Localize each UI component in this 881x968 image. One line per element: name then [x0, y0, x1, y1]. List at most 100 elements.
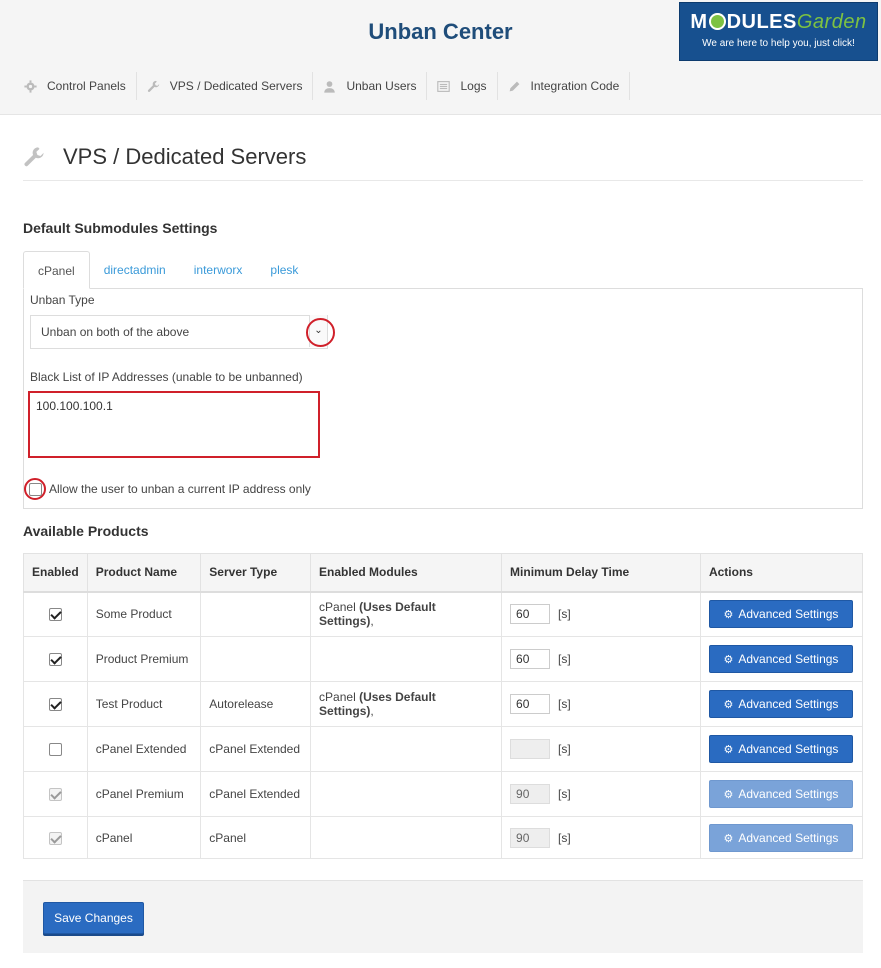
- nav-integration-code[interactable]: Integration Code: [498, 72, 631, 100]
- unban-type-select[interactable]: Unban on both of the above: [30, 315, 328, 349]
- tab-cpanel[interactable]: cPanel: [23, 251, 90, 289]
- advanced-settings-button[interactable]: ⚙ Advanced Settings: [708, 690, 853, 718]
- actions-cell: ⚙ Advanced Settings: [699, 726, 864, 772]
- enabled-checkbox[interactable]: [48, 743, 62, 757]
- blacklist-textarea[interactable]: 100.100.100.1: [28, 391, 320, 458]
- nav-label: Integration Code: [530, 79, 620, 93]
- actions-cell: ⚙ Advanced Settings: [699, 771, 864, 817]
- cogs-icon: ⚙: [723, 699, 734, 711]
- delay-cell: 60 [s]: [501, 636, 701, 682]
- user-icon: [323, 80, 336, 93]
- advanced-settings-button[interactable]: ⚙ Advanced Settings: [708, 735, 853, 763]
- delay-cell: 60 [s]: [501, 681, 701, 727]
- actions-cell: ⚙ Advanced Settings: [699, 636, 864, 682]
- enabled-cell: [23, 816, 88, 859]
- main-nav: Control Panels VPS / Dedicated Servers U…: [14, 72, 631, 100]
- enabled-cell: [23, 681, 88, 727]
- nav-unban-users[interactable]: Unban Users: [313, 72, 428, 100]
- enabled-checkbox: [48, 788, 62, 802]
- gear-icon: [24, 79, 37, 93]
- advanced-settings-label: Advanced Settings: [738, 697, 839, 711]
- delay-input: 90: [510, 784, 551, 804]
- table-row: cPanel cPanel 90 [s] ⚙ Advanced Settings: [23, 816, 864, 859]
- nav-label: Logs: [460, 79, 487, 93]
- col-product-name: Product Name: [86, 553, 202, 593]
- delay-unit: [s]: [558, 830, 571, 845]
- delay-input[interactable]: 60: [510, 694, 551, 714]
- allow-current-ip-checkbox[interactable]: [29, 483, 42, 496]
- cogs-icon: ⚙: [723, 832, 734, 845]
- available-products-heading: Available Products: [23, 523, 149, 539]
- enabled-modules-cell: [310, 726, 503, 772]
- nav-label: VPS / Dedicated Servers: [169, 79, 303, 93]
- module-suffix: ,: [370, 704, 374, 718]
- enabled-checkbox[interactable]: [48, 608, 62, 622]
- advanced-settings-button[interactable]: ⚙ Advanced Settings: [708, 600, 853, 629]
- allow-current-ip-label: Allow the user to unban a current IP add…: [49, 482, 311, 496]
- delay-input: 90: [510, 827, 551, 848]
- table-row: Some Product cPanel (Uses Default Setting…: [23, 591, 864, 637]
- delay-unit: [s]: [558, 607, 571, 622]
- wrench-icon: [23, 146, 45, 168]
- table-row: Product Premium 60 [s] ⚙ Advanced Settings: [23, 636, 864, 682]
- server-type-cell: cPanel Extended: [200, 726, 312, 772]
- actions-cell: ⚙ Advanced Settings: [699, 816, 864, 859]
- products-table: Enabled Product Name Server Type Enabled…: [23, 553, 864, 859]
- nav-control-panels[interactable]: Control Panels: [14, 72, 137, 100]
- delay-input[interactable]: [510, 739, 551, 759]
- col-min-delay: Minimum Delay Time: [501, 553, 701, 593]
- product-name-cell: cPanel: [86, 816, 202, 859]
- advanced-settings-label: Advanced Settings: [738, 652, 839, 666]
- table-row: cPanel Extended cPanel Extended [s] ⚙ Advanc…: [23, 726, 864, 772]
- nav-vps-dedicated[interactable]: VPS / Dedicated Servers: [137, 72, 314, 100]
- delay-cell: 60 [s]: [501, 591, 701, 637]
- product-name-cell: Product Premium: [86, 636, 202, 682]
- delay-cell: [s]: [501, 726, 701, 772]
- pencil-icon: [508, 80, 521, 93]
- tab-directadmin[interactable]: directadmin: [90, 251, 180, 289]
- list-icon: [437, 80, 451, 93]
- advanced-settings-button: ⚙ Advanced Settings: [708, 780, 853, 808]
- tab-interworx[interactable]: interworx: [180, 251, 257, 289]
- submodule-tabs: cPanel directadmin interworx plesk: [23, 251, 312, 289]
- tab-plesk[interactable]: plesk: [256, 251, 312, 289]
- highlight-circle: [306, 318, 335, 347]
- server-type-cell: cPanel Extended: [200, 771, 312, 817]
- delay-cell: 90 [s]: [501, 771, 701, 817]
- enabled-cell: [23, 771, 88, 817]
- unban-type-label: Unban Type: [30, 293, 95, 307]
- save-changes-button[interactable]: Save Changes: [43, 902, 144, 934]
- delay-input[interactable]: 60: [510, 649, 551, 669]
- default-settings-heading: Default Submodules Settings: [23, 220, 218, 236]
- enabled-cell: [23, 726, 88, 772]
- table-header: Enabled Product Name Server Type Enabled…: [23, 553, 864, 593]
- enabled-checkbox: [48, 831, 62, 845]
- advanced-settings-label: Advanced Settings: [738, 742, 839, 756]
- delay-unit: [s]: [558, 787, 571, 801]
- enabled-checkbox[interactable]: [48, 698, 62, 712]
- nav-logs[interactable]: Logs: [427, 72, 498, 100]
- advanced-settings-button: ⚙ Advanced Settings: [708, 823, 853, 852]
- col-enabled: Enabled: [23, 553, 88, 593]
- delay-unit: [s]: [558, 697, 571, 711]
- footer-bar: Save Changes: [23, 880, 863, 953]
- delay-input[interactable]: 60: [510, 604, 551, 625]
- enabled-checkbox[interactable]: [48, 653, 62, 667]
- enabled-modules-cell: cPanel (Uses Default Settings),: [310, 591, 503, 637]
- advanced-settings-label: Advanced Settings: [738, 607, 839, 622]
- advanced-settings-label: Advanced Settings: [738, 787, 839, 801]
- actions-cell: ⚙ Advanced Settings: [699, 681, 864, 727]
- server-type-cell: [200, 591, 312, 637]
- module-name: cPanel: [319, 600, 356, 615]
- brand-banner[interactable]: M DULESGarden We are here to help you, ju…: [679, 2, 878, 61]
- module-name: cPanel: [319, 690, 356, 704]
- page-header: VPS / Dedicated Servers: [23, 140, 863, 181]
- product-name-cell: cPanel Extended: [86, 726, 202, 772]
- delay-unit: [s]: [558, 742, 571, 756]
- advanced-settings-button[interactable]: ⚙ Advanced Settings: [708, 645, 853, 673]
- product-name-cell: cPanel Premium: [86, 771, 202, 817]
- enabled-cell: [23, 636, 88, 682]
- delay-cell: 90 [s]: [501, 816, 701, 859]
- blacklist-label: Black List of IP Addresses (unable to be…: [30, 370, 303, 384]
- product-name-cell: Some Product: [86, 591, 202, 637]
